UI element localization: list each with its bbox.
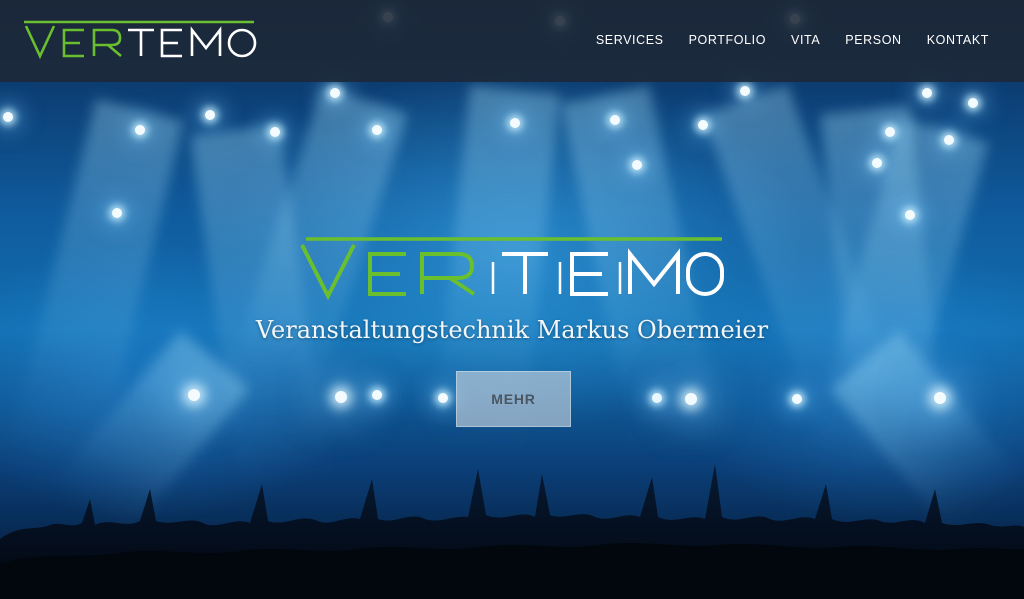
nav-item-services[interactable]: SERVICES xyxy=(596,33,664,47)
crowd-silhouette xyxy=(0,464,1024,599)
mehr-button[interactable]: MEHR xyxy=(456,371,571,427)
nav-item-person[interactable]: PERSON xyxy=(845,33,901,47)
hero-tagline: Veranstaltungstechnik Markus Obermeier xyxy=(255,316,769,344)
site-logo[interactable] xyxy=(24,18,260,60)
nav-item-portfolio[interactable]: PORTFOLIO xyxy=(689,33,766,47)
hero-section: SERVICES PORTFOLIO VITA PERSON KONTAKT V… xyxy=(0,0,1024,599)
hero-logo xyxy=(300,237,724,300)
main-nav: SERVICES PORTFOLIO VITA PERSON KONTAKT xyxy=(596,33,989,47)
nav-item-vita[interactable]: VITA xyxy=(791,33,820,47)
nav-item-kontakt[interactable]: KONTAKT xyxy=(927,33,989,47)
site-header: SERVICES PORTFOLIO VITA PERSON KONTAKT xyxy=(0,0,1024,82)
